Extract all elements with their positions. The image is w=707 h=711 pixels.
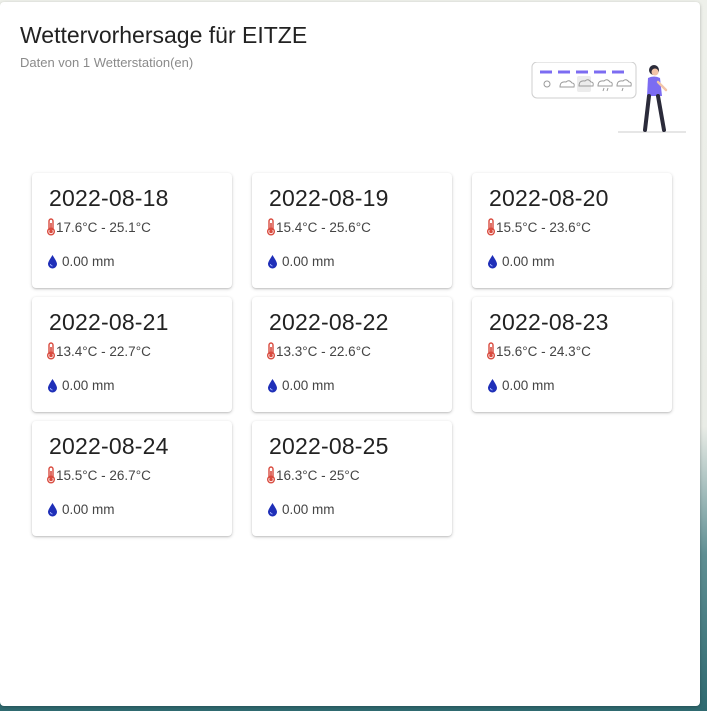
- forecast-date: 2022-08-22: [269, 309, 389, 335]
- forecast-card: 2022-08-19 15.4°C - 25.6°C 0.00 mm: [252, 173, 452, 288]
- temperature-range: 13.3°C - 22.6°C: [276, 343, 371, 359]
- precipitation-row: 0.00 mm: [487, 376, 555, 394]
- raindrop-icon: [268, 254, 277, 268]
- forecast-date: 2022-08-20: [489, 185, 609, 211]
- thermometer-icon: [267, 342, 275, 360]
- temperature-range: 15.5°C - 26.7°C: [56, 467, 151, 483]
- temperature-row: 15.6°C - 24.3°C: [486, 342, 591, 360]
- weather-presenter-illustration: [531, 62, 686, 133]
- thermometer-icon: [487, 342, 495, 360]
- temperature-row: 15.4°C - 25.6°C: [266, 218, 371, 236]
- thermometer-icon: [47, 218, 55, 236]
- precipitation-row: 0.00 mm: [267, 376, 335, 394]
- forecast-date: 2022-08-18: [49, 185, 169, 211]
- temperature-range: 16.3°C - 25°C: [276, 467, 360, 483]
- forecast-card: 2022-08-24 15.5°C - 26.7°C 0.00 mm: [32, 421, 232, 536]
- forecast-card: 2022-08-22 13.3°C - 22.6°C 0.00 mm: [252, 297, 452, 412]
- raindrop-icon: [488, 254, 497, 268]
- temperature-row: 13.3°C - 22.6°C: [266, 342, 371, 360]
- precipitation-row: 0.00 mm: [267, 252, 335, 270]
- thermometer-icon: [47, 466, 55, 484]
- raindrop-icon: [268, 502, 277, 516]
- page-subtitle: Daten von 1 Wetterstation(en): [20, 55, 194, 70]
- precipitation-row: 0.00 mm: [267, 500, 335, 518]
- forecast-card: 2022-08-20 15.5°C - 23.6°C 0.00 mm: [472, 173, 672, 288]
- precipitation-amount: 0.00 mm: [502, 253, 555, 269]
- precipitation-amount: 0.00 mm: [502, 377, 555, 393]
- precipitation-row: 0.00 mm: [47, 252, 115, 270]
- temperature-row: 15.5°C - 26.7°C: [46, 466, 151, 484]
- forecast-date: 2022-08-23: [489, 309, 609, 335]
- temperature-range: 17.6°C - 25.1°C: [56, 219, 151, 235]
- forecast-date: 2022-08-19: [269, 185, 389, 211]
- precipitation-amount: 0.00 mm: [62, 253, 115, 269]
- precipitation-amount: 0.00 mm: [62, 377, 115, 393]
- raindrop-icon: [488, 378, 497, 392]
- thermometer-icon: [47, 342, 55, 360]
- page-title: Wettervorhersage für EITZE: [20, 22, 308, 48]
- forecast-card: 2022-08-18 17.6°C - 25.1°C 0.00 mm: [32, 173, 232, 288]
- thermometer-icon: [267, 218, 275, 236]
- thermometer-icon: [487, 218, 495, 236]
- precipitation-amount: 0.00 mm: [282, 253, 335, 269]
- temperature-range: 13.4°C - 22.7°C: [56, 343, 151, 359]
- precipitation-row: 0.00 mm: [47, 376, 115, 394]
- precipitation-row: 0.00 mm: [47, 500, 115, 518]
- temperature-range: 15.6°C - 24.3°C: [496, 343, 591, 359]
- raindrop-icon: [48, 254, 57, 268]
- temperature-row: 17.6°C - 25.1°C: [46, 218, 151, 236]
- temperature-row: 15.5°C - 23.6°C: [486, 218, 591, 236]
- raindrop-icon: [48, 378, 57, 392]
- forecast-date: 2022-08-24: [49, 433, 169, 459]
- raindrop-icon: [48, 502, 57, 516]
- thermometer-icon: [267, 466, 275, 484]
- precipitation-row: 0.00 mm: [487, 252, 555, 270]
- temperature-range: 15.5°C - 23.6°C: [496, 219, 591, 235]
- forecast-card: 2022-08-25 16.3°C - 25°C 0.00 mm: [252, 421, 452, 536]
- precipitation-amount: 0.00 mm: [282, 501, 335, 517]
- forecast-date: 2022-08-21: [49, 309, 169, 335]
- temperature-row: 16.3°C - 25°C: [266, 466, 360, 484]
- forecast-panel: Wettervorhersage für EITZE Daten von 1 W…: [0, 2, 700, 706]
- forecast-date: 2022-08-25: [269, 433, 389, 459]
- forecast-card: 2022-08-21 13.4°C - 22.7°C 0.00 mm: [32, 297, 232, 412]
- temperature-row: 13.4°C - 22.7°C: [46, 342, 151, 360]
- temperature-range: 15.4°C - 25.6°C: [276, 219, 371, 235]
- precipitation-amount: 0.00 mm: [62, 501, 115, 517]
- forecast-card: 2022-08-23 15.6°C - 24.3°C 0.00 mm: [472, 297, 672, 412]
- precipitation-amount: 0.00 mm: [282, 377, 335, 393]
- raindrop-icon: [268, 378, 277, 392]
